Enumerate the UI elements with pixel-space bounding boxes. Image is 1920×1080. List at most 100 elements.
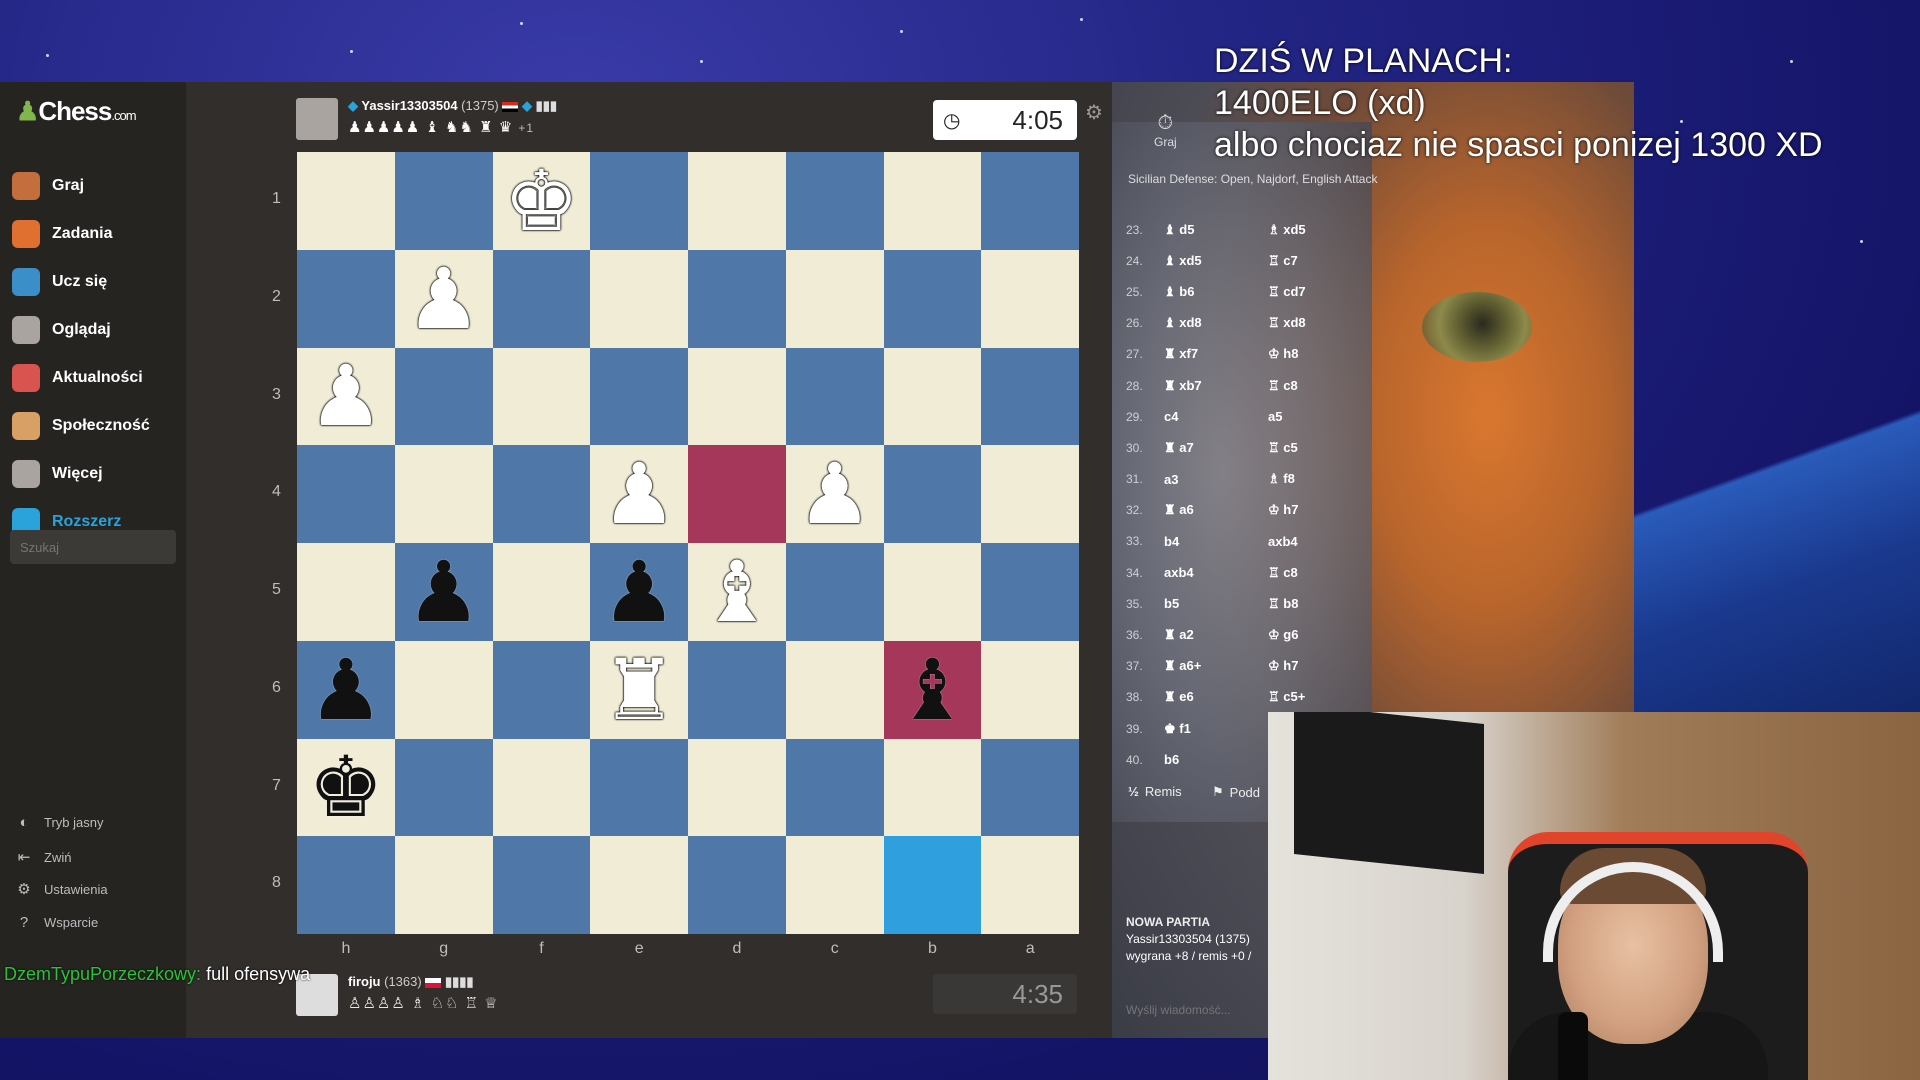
- square-c4[interactable]: ♟: [785, 445, 884, 543]
- white-move[interactable]: ♝ xd5: [1164, 253, 1268, 269]
- square-c6[interactable]: [785, 640, 884, 739]
- top-player-name[interactable]: Yassir13303504: [361, 98, 457, 113]
- square-b1[interactable]: [883, 152, 982, 250]
- black-pawn-icon[interactable]: ♟: [308, 648, 383, 732]
- black-move[interactable]: ♔ h7: [1268, 658, 1372, 674]
- black-move[interactable]: ♖ c5+: [1268, 689, 1372, 705]
- square-a2[interactable]: [981, 249, 1079, 348]
- white-move[interactable]: ♜ xb7: [1164, 378, 1268, 394]
- square-h3[interactable]: ♟: [297, 347, 395, 446]
- square-f8[interactable]: [492, 836, 591, 934]
- draw-button[interactable]: ½ Remis: [1128, 784, 1182, 799]
- white-bishop-icon[interactable]: ♝: [699, 550, 774, 634]
- square-h2[interactable]: [297, 249, 395, 348]
- sidebar-item-5[interactable]: Społeczność: [12, 406, 150, 446]
- square-b3[interactable]: [883, 347, 982, 446]
- white-move[interactable]: ♝ xd8: [1164, 315, 1268, 331]
- white-move[interactable]: ♜ e6: [1164, 689, 1268, 705]
- square-g6[interactable]: [394, 640, 493, 739]
- chesscom-logo[interactable]: ♟Chess.com: [16, 96, 137, 127]
- sidebar-item-0[interactable]: Graj: [12, 166, 84, 206]
- white-move[interactable]: c4: [1164, 409, 1268, 424]
- sidebar-item-2[interactable]: Ucz się: [12, 262, 107, 302]
- sidebar-footer-item-3[interactable]: ? Wsparcie: [14, 914, 98, 931]
- square-b2[interactable]: [883, 249, 982, 348]
- square-g7[interactable]: [394, 738, 493, 837]
- sidebar-item-4[interactable]: Aktualności: [12, 358, 143, 398]
- square-b7[interactable]: [883, 738, 982, 837]
- square-h8[interactable]: [297, 836, 395, 934]
- square-f4[interactable]: [492, 445, 591, 543]
- black-move[interactable]: ♖ c5: [1268, 440, 1372, 456]
- square-c1[interactable]: [785, 152, 884, 250]
- white-move[interactable]: ♝ d5: [1164, 222, 1268, 238]
- black-move[interactable]: axb4: [1268, 534, 1372, 549]
- square-e8[interactable]: [590, 836, 688, 934]
- black-move[interactable]: ♖ c7: [1268, 253, 1372, 269]
- white-king-icon[interactable]: ♚: [504, 159, 579, 243]
- square-g2[interactable]: ♟: [394, 249, 493, 348]
- sidebar-footer-item-0[interactable]: ◐ Tryb jasny: [14, 814, 103, 831]
- black-move[interactable]: ♖ c8: [1268, 378, 1372, 394]
- black-move[interactable]: ♖ xd8: [1268, 315, 1372, 331]
- square-c3[interactable]: [785, 347, 884, 446]
- white-move[interactable]: axb4: [1164, 565, 1268, 580]
- sidebar-item-6[interactable]: Więcej: [12, 454, 103, 494]
- white-pawn-icon[interactable]: ♟: [406, 257, 481, 341]
- white-move[interactable]: ♝ b6: [1164, 284, 1268, 300]
- black-king-icon[interactable]: ♚: [308, 745, 383, 829]
- square-e2[interactable]: [590, 249, 688, 348]
- square-h4[interactable]: [297, 445, 395, 543]
- search-input[interactable]: [10, 530, 176, 564]
- new-game-title[interactable]: NOWA PARTIA: [1126, 914, 1251, 931]
- square-d8[interactable]: [688, 836, 786, 934]
- square-g4[interactable]: [394, 445, 493, 543]
- bottom-player-name[interactable]: firoju: [348, 974, 381, 989]
- black-move[interactable]: ♗ f8: [1268, 471, 1372, 487]
- square-a5[interactable]: [981, 543, 1079, 641]
- resign-button[interactable]: ⚑ Podd: [1212, 784, 1260, 800]
- white-pawn-icon[interactable]: ♟: [308, 354, 383, 438]
- square-d6[interactable]: [688, 640, 786, 739]
- square-b5[interactable]: [883, 543, 982, 641]
- black-move[interactable]: ♖ b8: [1268, 596, 1372, 612]
- tab-play[interactable]: ⏱ Graj: [1154, 112, 1177, 149]
- square-b4[interactable]: [883, 445, 982, 543]
- white-move[interactable]: a3: [1164, 472, 1268, 487]
- white-move[interactable]: ♜ a6: [1164, 502, 1268, 518]
- top-player-avatar[interactable]: [296, 98, 338, 140]
- sidebar-item-1[interactable]: Zadania: [12, 214, 112, 254]
- square-h6[interactable]: ♟: [297, 640, 395, 739]
- square-d7[interactable]: [688, 738, 786, 837]
- square-g1[interactable]: [394, 152, 493, 250]
- black-move[interactable]: ♗ xd5: [1268, 222, 1372, 238]
- square-g8[interactable]: [394, 836, 493, 934]
- square-e4[interactable]: ♟: [590, 445, 688, 543]
- white-move[interactable]: b5: [1164, 596, 1268, 611]
- gear-icon[interactable]: ⚙: [1085, 100, 1103, 125]
- square-c7[interactable]: [785, 738, 884, 837]
- square-f2[interactable]: [492, 249, 591, 348]
- white-rook-icon[interactable]: ♜: [601, 648, 676, 732]
- square-b6[interactable]: ♝: [883, 640, 982, 739]
- white-move[interactable]: b6: [1164, 752, 1268, 767]
- square-f7[interactable]: [492, 738, 591, 837]
- square-h1[interactable]: [297, 152, 395, 250]
- square-g3[interactable]: [394, 347, 493, 446]
- square-a7[interactable]: [981, 738, 1079, 837]
- square-b8[interactable]: [883, 836, 982, 934]
- square-c2[interactable]: [785, 249, 884, 348]
- square-a1[interactable]: [981, 152, 1079, 250]
- black-pawn-icon[interactable]: ♟: [406, 550, 481, 634]
- square-f6[interactable]: [492, 640, 591, 739]
- square-f1[interactable]: ♚: [492, 152, 591, 250]
- square-h5[interactable]: [297, 543, 395, 641]
- square-f3[interactable]: [492, 347, 591, 446]
- square-e5[interactable]: ♟: [590, 543, 688, 641]
- black-move[interactable]: ♖ cd7: [1268, 284, 1372, 300]
- sidebar-footer-item-2[interactable]: ⚙ Ustawienia: [14, 880, 107, 898]
- square-a6[interactable]: [981, 640, 1079, 739]
- square-d5[interactable]: ♝: [688, 543, 786, 641]
- square-e1[interactable]: [590, 152, 688, 250]
- black-move[interactable]: ♔ h7: [1268, 502, 1372, 518]
